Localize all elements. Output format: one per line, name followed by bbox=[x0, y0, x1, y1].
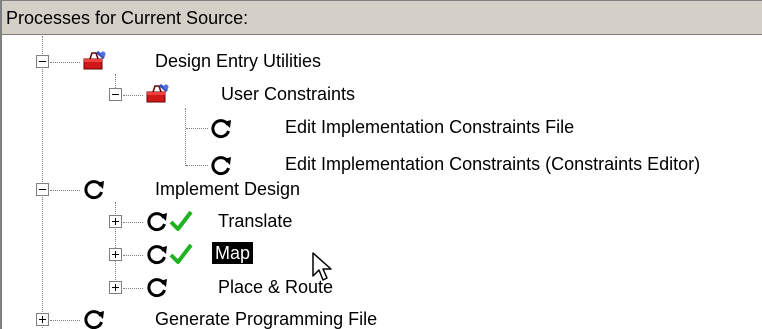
expand-toggle-place-route[interactable] bbox=[109, 281, 122, 294]
process-run-icon bbox=[145, 275, 169, 299]
process-run-icon bbox=[82, 307, 106, 329]
tree-connector bbox=[123, 255, 143, 256]
tree-connector bbox=[123, 222, 143, 223]
tree-connector bbox=[186, 128, 208, 129]
tree-connector bbox=[185, 108, 186, 166]
process-run-icon bbox=[209, 153, 233, 177]
collapse-toggle-implement-design[interactable] bbox=[36, 183, 49, 196]
check-icon bbox=[169, 242, 193, 266]
check-icon bbox=[169, 209, 193, 233]
processes-panel: Processes for Current Source: Design Ent… bbox=[0, 0, 762, 329]
process-run-icon bbox=[145, 209, 169, 233]
expand-toggle-translate[interactable] bbox=[109, 215, 122, 228]
tree-connector bbox=[123, 288, 143, 289]
collapse-toggle-design-entry[interactable] bbox=[36, 55, 49, 68]
tree-connector bbox=[50, 320, 80, 321]
panel-header: Processes for Current Source: bbox=[2, 1, 762, 35]
toolbox-icon bbox=[145, 82, 169, 106]
process-run-icon bbox=[145, 242, 169, 266]
tree-item-translate[interactable]: Translate bbox=[215, 210, 295, 232]
tree-item-map[interactable]: Map bbox=[212, 242, 254, 264]
tree-item-edit-constraints-file[interactable]: Edit Implementation Constraints File bbox=[282, 116, 577, 138]
process-run-icon bbox=[209, 116, 233, 140]
tree-item-user-constraints[interactable]: User Constraints bbox=[218, 83, 358, 105]
tree-connector bbox=[50, 190, 80, 191]
tree-connector bbox=[50, 62, 80, 63]
process-run-icon bbox=[82, 177, 106, 201]
process-tree: Design Entry Utilities User Constraints … bbox=[2, 36, 762, 329]
expand-toggle-map[interactable] bbox=[109, 248, 122, 261]
tree-item-design-entry-utilities[interactable]: Design Entry Utilities bbox=[152, 50, 324, 72]
tree-connector bbox=[186, 165, 208, 166]
tree-item-generate-programming-file[interactable]: Generate Programming File bbox=[152, 308, 380, 329]
mouse-cursor-icon bbox=[312, 252, 332, 281]
tree-item-edit-constraints-editor[interactable]: Edit Implementation Constraints (Constra… bbox=[282, 153, 703, 175]
tree-connector bbox=[123, 95, 143, 96]
tree-item-implement-design[interactable]: Implement Design bbox=[152, 178, 303, 200]
toolbox-icon bbox=[82, 49, 106, 73]
collapse-toggle-user-constraints[interactable] bbox=[109, 88, 122, 101]
expand-toggle-generate-programming-file[interactable] bbox=[36, 313, 49, 326]
